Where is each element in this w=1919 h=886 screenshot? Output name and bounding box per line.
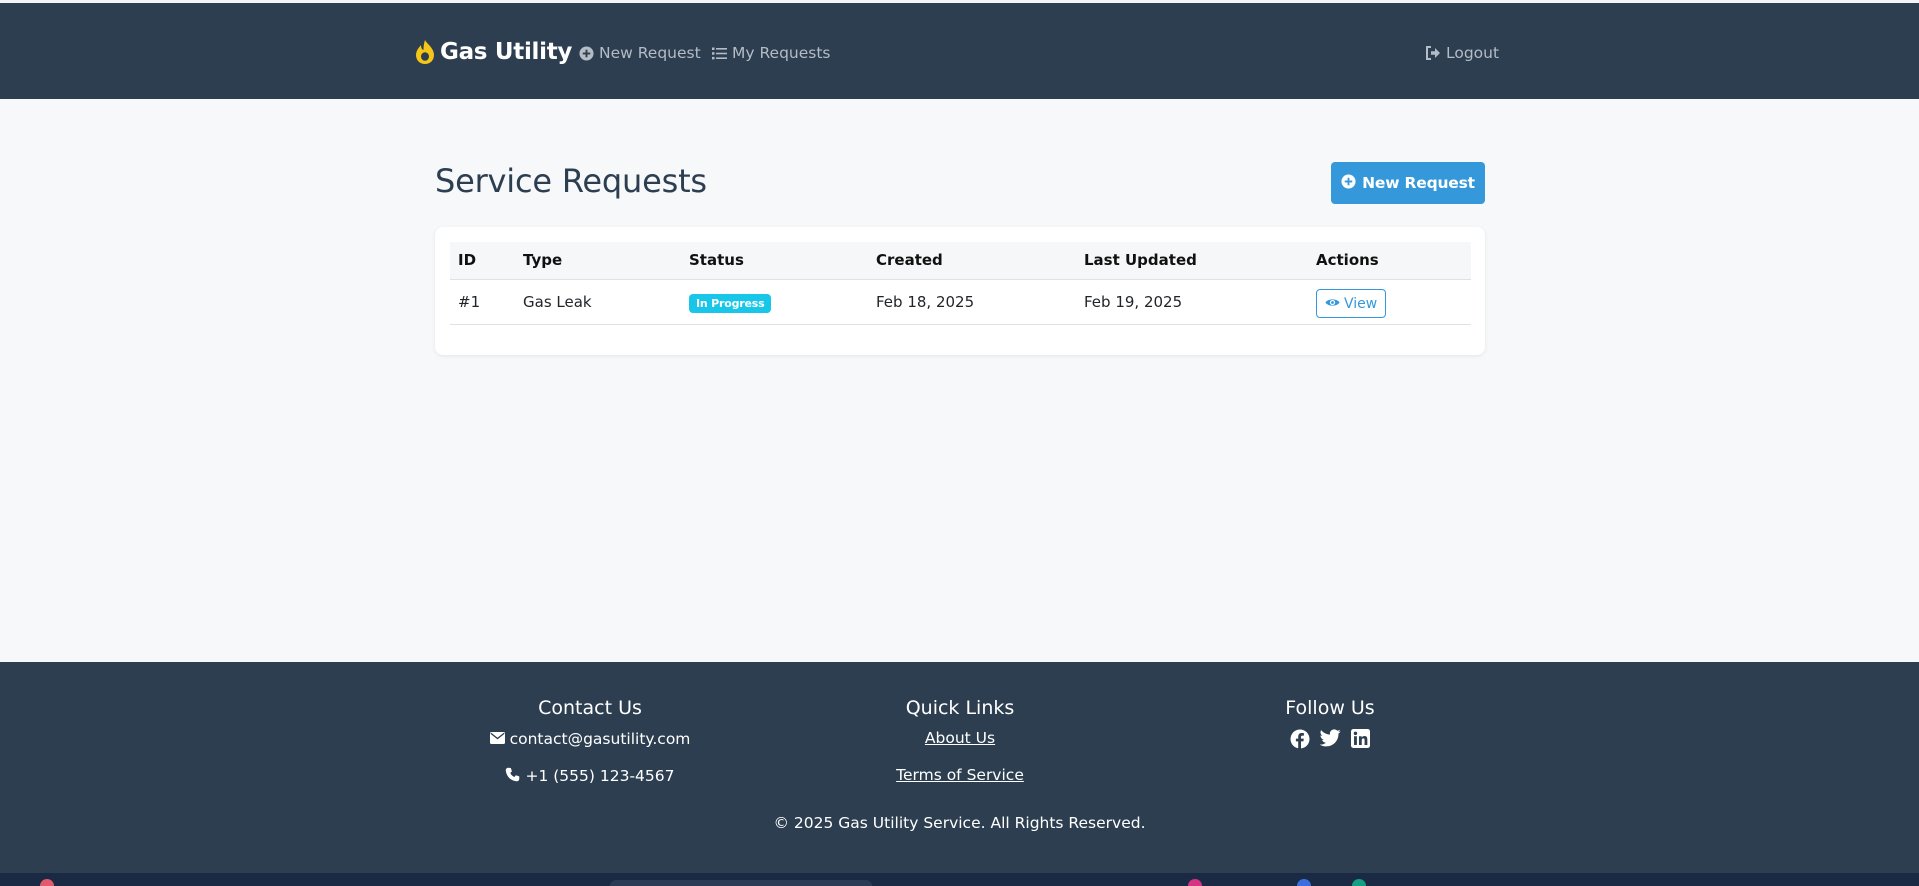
list-icon bbox=[712, 47, 727, 60]
requests-card: ID Type Status Created Last Updated Acti… bbox=[435, 227, 1485, 355]
taskbar-strip bbox=[0, 873, 1919, 886]
copyright: © 2025 Gas Utility Service. All Rights R… bbox=[773, 814, 1146, 832]
footer-link-about[interactable]: About Us bbox=[810, 729, 1110, 749]
footer-follow-title: Follow Us bbox=[1285, 697, 1375, 719]
main-content: Service Requests New Request ID Type Sta… bbox=[0, 99, 1919, 662]
eye-icon bbox=[1325, 296, 1340, 312]
header-last-updated: Last Updated bbox=[1076, 242, 1308, 280]
footer-email: contact@gasutility.com bbox=[420, 729, 760, 749]
footer: Contact Us contact@gasutility.com +1 (55… bbox=[0, 662, 1919, 873]
logout-icon bbox=[1425, 46, 1441, 60]
taskbar-app-icon[interactable] bbox=[1297, 879, 1311, 886]
view-button[interactable]: View bbox=[1316, 289, 1387, 318]
cell-created: Feb 18, 2025 bbox=[868, 279, 1076, 325]
new-request-button-label: New Request bbox=[1362, 174, 1475, 192]
cell-type: Gas Leak bbox=[515, 279, 681, 325]
brand-logo[interactable]: Gas Utility bbox=[414, 36, 572, 68]
footer-phone-text: +1 (555) 123-4567 bbox=[525, 767, 675, 785]
footer-email-text: contact@gasutility.com bbox=[509, 730, 691, 748]
nav-new-request-label: New Request bbox=[599, 44, 701, 62]
footer-contact: Contact Us contact@gasutility.com +1 (55… bbox=[420, 697, 760, 803]
phone-icon bbox=[505, 767, 520, 786]
requests-table: ID Type Status Created Last Updated Acti… bbox=[450, 242, 1471, 325]
plus-circle-icon bbox=[579, 45, 594, 61]
page-title: Service Requests bbox=[435, 162, 707, 200]
header-created: Created bbox=[868, 242, 1076, 280]
taskbar-app-icon[interactable] bbox=[1352, 879, 1366, 886]
status-badge: In Progress bbox=[689, 293, 772, 313]
envelope-icon bbox=[489, 730, 505, 748]
footer-quick-links: Quick Links About Us Terms of Service bbox=[810, 697, 1110, 803]
nav-my-requests[interactable]: My Requests bbox=[712, 41, 831, 65]
footer-links-title: Quick Links bbox=[905, 697, 1015, 719]
linkedin-icon[interactable] bbox=[1351, 729, 1370, 749]
brand-name: Gas Utility bbox=[440, 39, 573, 65]
plus-circle-icon bbox=[1341, 173, 1356, 193]
twitter-icon[interactable] bbox=[1320, 729, 1341, 749]
nav-my-requests-label: My Requests bbox=[732, 44, 831, 62]
nav-logout-label: Logout bbox=[1446, 44, 1500, 62]
cell-status: In Progress bbox=[681, 279, 868, 325]
table-header-row: ID Type Status Created Last Updated Acti… bbox=[450, 242, 1471, 280]
navbar: Gas Utility New Request My Requests Logo… bbox=[0, 3, 1919, 99]
footer-phone: +1 (555) 123-4567 bbox=[420, 766, 760, 786]
footer-contact-title: Contact Us bbox=[538, 697, 642, 719]
table-row: #1 Gas Leak In Progress Feb 18, 2025 Feb… bbox=[450, 279, 1471, 325]
cell-actions: View bbox=[1308, 279, 1471, 325]
cell-id: #1 bbox=[450, 279, 515, 325]
taskbar-search[interactable] bbox=[610, 880, 872, 886]
social-links bbox=[1180, 729, 1480, 749]
taskbar-app-icon[interactable] bbox=[1188, 879, 1202, 886]
header-status: Status bbox=[681, 242, 868, 280]
facebook-icon[interactable] bbox=[1290, 729, 1310, 749]
flame-icon bbox=[414, 39, 436, 65]
header-actions: Actions bbox=[1308, 242, 1471, 280]
nav-new-request[interactable]: New Request bbox=[579, 41, 701, 65]
view-button-label: View bbox=[1344, 295, 1378, 312]
footer-follow: Follow Us bbox=[1180, 697, 1480, 749]
new-request-button[interactable]: New Request bbox=[1331, 162, 1485, 204]
header-type: Type bbox=[515, 242, 681, 280]
cell-last-updated: Feb 19, 2025 bbox=[1076, 279, 1308, 325]
header-id: ID bbox=[450, 242, 515, 280]
taskbar-app-icon[interactable] bbox=[40, 879, 54, 886]
footer-link-terms[interactable]: Terms of Service bbox=[810, 766, 1110, 786]
nav-logout[interactable]: Logout bbox=[1425, 41, 1499, 65]
